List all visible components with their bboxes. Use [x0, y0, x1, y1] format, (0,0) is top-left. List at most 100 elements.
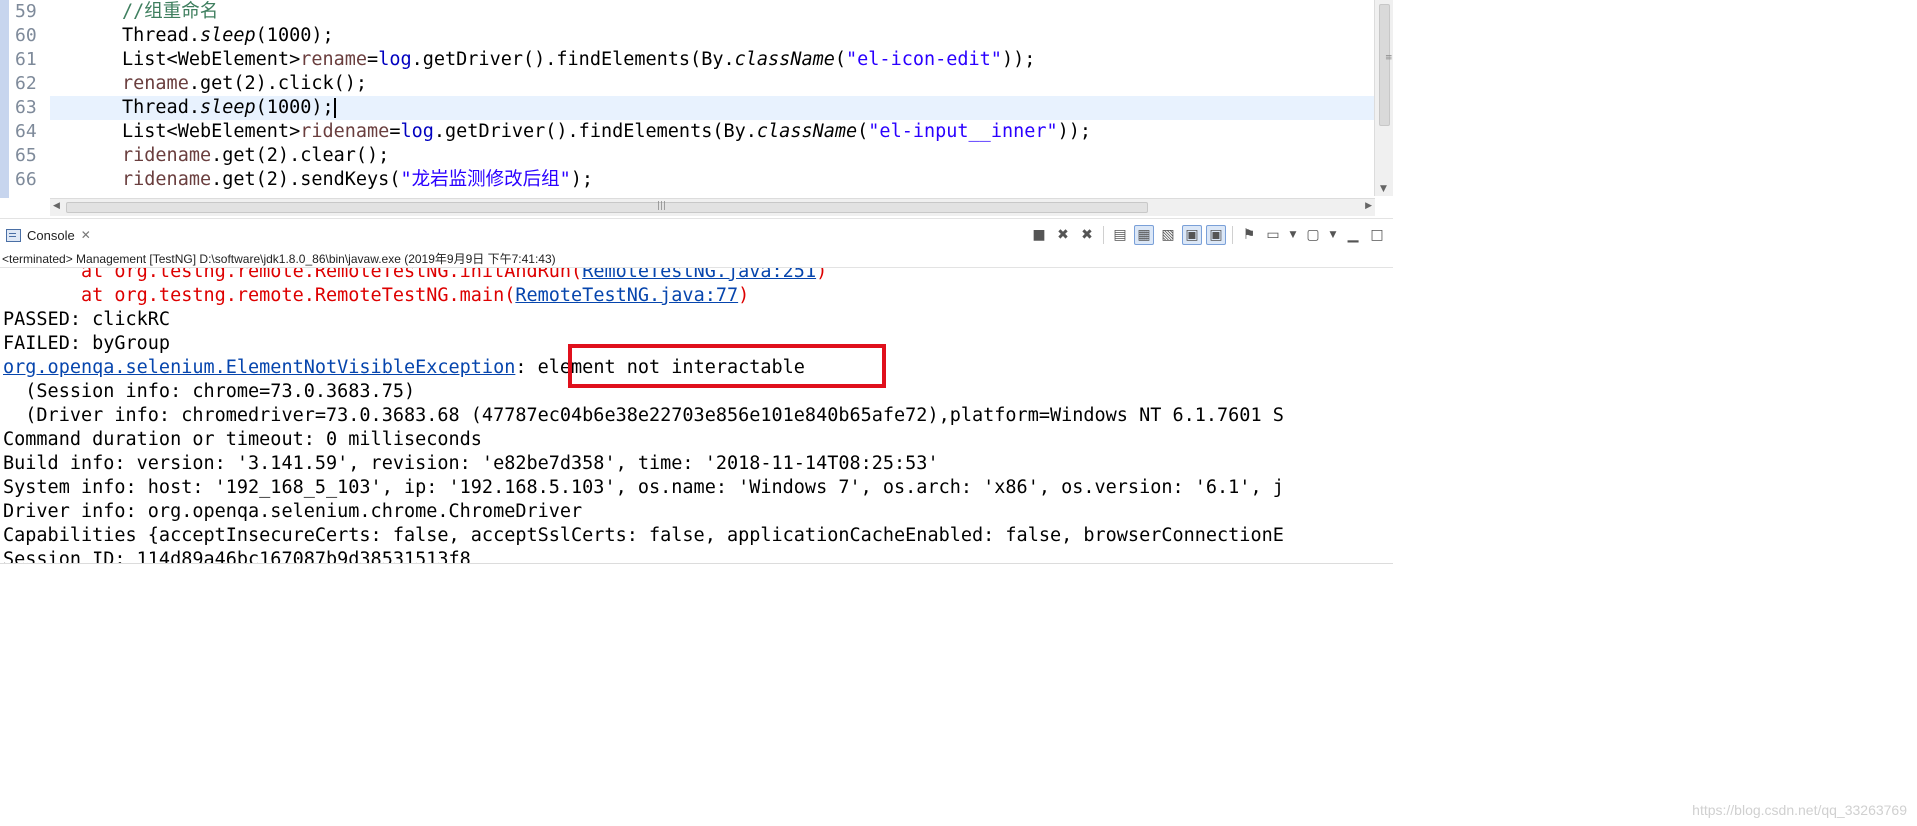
code-token: ) — [738, 285, 750, 306]
console-line: at org.testng.remote.RemoteTestNG.initAn… — [3, 267, 1284, 284]
code-token: )); — [1057, 121, 1092, 142]
code-area[interactable]: //组重命名 Thread.sleep(1000); List<WebElement… — [50, 0, 1375, 192]
stack-link[interactable]: RemoteTestNG.java:251 — [582, 268, 816, 282]
editor-vertical-scroll-thumb[interactable]: ≡ — [1379, 4, 1393, 126]
code-token: ) — [816, 267, 828, 282]
code-token: "el-input__inner" — [868, 121, 1058, 142]
line-number-ruler: 59 60 61 62 63 64 65 66 — [9, 0, 49, 192]
code-token: Thread. — [122, 97, 200, 118]
console-process-status: <terminated> Management [TestNG] D:\soft… — [2, 252, 556, 266]
minimize-icon[interactable]: ▁ — [1343, 225, 1363, 245]
code-token: FAILED: byGroup — [3, 333, 171, 354]
console-line: (Driver info: chromedriver=73.0.3683.68 … — [3, 404, 1284, 428]
code-token: .getDriver().findElements(By. — [433, 121, 757, 142]
scroll-lock-icon[interactable]: ▦ — [1134, 225, 1154, 245]
console-line: Driver info: org.openqa.selenium.chrome.… — [3, 500, 1284, 524]
toolbar-separator — [1103, 226, 1104, 244]
code-token: List<WebElement> — [122, 49, 301, 70]
code-token: ( — [857, 121, 869, 142]
stack-link[interactable]: RemoteTestNG.java:77 — [515, 285, 738, 306]
code-token: className — [734, 49, 835, 70]
pin-console-icon[interactable]: ⚑ — [1239, 225, 1259, 245]
code-token: .get(2).sendKeys( — [211, 169, 401, 190]
code-token: = — [367, 49, 379, 70]
watermark: https://blog.csdn.net/qq_33263769 — [1692, 802, 1907, 818]
code-editor[interactable]: 59 60 61 62 63 64 65 66 //组重命名 Thread.sleep(1000… — [0, 0, 1393, 217]
code-line[interactable]: //组重命名 — [50, 0, 1375, 24]
scroll-down-arrow-icon[interactable]: ▼ — [1380, 184, 1387, 194]
maximize-icon[interactable]: □ — [1367, 225, 1387, 245]
show-on-stderr-icon[interactable]: ▣ — [1206, 225, 1226, 245]
console-line: System info: host: '192_168_5_103', ip: … — [3, 476, 1284, 500]
line-number: 59 — [15, 1, 37, 22]
code-token: log — [378, 49, 412, 70]
code-line[interactable]: ridename.get(2).clear(); — [50, 144, 1375, 168]
error-highlight-box — [568, 344, 886, 388]
code-token: Thread. — [122, 25, 200, 46]
toolbar-separator — [1232, 226, 1233, 244]
stack-link[interactable]: org.openqa.selenium.ElementNotVisibleExc… — [3, 357, 515, 378]
tab-console[interactable]: Console ✕ — [0, 221, 97, 249]
code-line-current[interactable]: Thread.sleep(1000); — [50, 96, 1375, 120]
code-token: .get(2).clear(); — [211, 145, 390, 166]
code-token: at org.testng.remote.RemoteTestNG.initAn… — [3, 267, 583, 282]
line-number: 64 — [15, 121, 37, 142]
close-icon[interactable]: ✕ — [81, 228, 91, 242]
editor-horizontal-scroll-thumb[interactable]: ||| — [66, 201, 1148, 213]
open-console-icon[interactable]: ▢ — [1303, 225, 1323, 245]
code-token: ridename — [122, 169, 212, 190]
code-token: )); — [1001, 49, 1036, 70]
editor-vertical-scrollbar[interactable]: ≡ ▼ — [1374, 0, 1393, 196]
console-icon — [6, 228, 21, 242]
code-line[interactable]: ridename.get(2).sendKeys("龙岩监测修改后组"); — [50, 168, 1375, 192]
scroll-right-arrow-icon[interactable]: ▶ — [1365, 201, 1372, 211]
code-token: rename — [122, 73, 189, 94]
code-token: at org.testng.remote.RemoteTestNG.main( — [3, 285, 516, 306]
line-number: 62 — [15, 73, 37, 94]
code-token: log — [400, 121, 434, 142]
line-number: 61 — [15, 49, 37, 70]
line-number: 65 — [15, 145, 37, 166]
line-number: 63 — [15, 97, 37, 118]
code-line[interactable]: Thread.sleep(1000); — [50, 24, 1375, 48]
chevron-down-icon[interactable]: ▼ — [1287, 225, 1299, 245]
code-token: PASSED: clickRC — [3, 309, 171, 330]
code-line[interactable]: List<WebElement>ridename=log.getDriver()… — [50, 120, 1375, 144]
line-number: 66 — [15, 169, 37, 190]
code-token: ridename — [300, 121, 390, 142]
code-token: "el-icon-edit" — [846, 49, 1002, 70]
code-token: .get(2).click(); — [188, 73, 368, 94]
code-token: .getDriver().findElements(By. — [411, 49, 735, 70]
code-token: (Session info: chrome=73.0.3683.75) — [3, 381, 416, 402]
code-token: className — [756, 121, 858, 142]
code-token: "龙岩监测修改后组" — [400, 169, 571, 190]
code-token: sleep — [199, 25, 256, 46]
console-line: PASSED: clickRC — [3, 308, 1284, 332]
remove-launch-icon[interactable]: ✖ — [1053, 225, 1073, 245]
editor-gutter-strip — [0, 0, 9, 198]
console-line: Build info: version: '3.141.59', revisio… — [3, 452, 1284, 476]
remove-all-terminated-icon[interactable]: ✖ — [1077, 225, 1097, 245]
chevron-down-icon[interactable]: ▼ — [1327, 225, 1339, 245]
code-token: sleep — [199, 97, 256, 118]
display-selected-console-icon[interactable]: ▭ — [1263, 225, 1283, 245]
console-output[interactable]: at org.testng.remote.RemoteTestNG.initAn… — [0, 267, 1393, 564]
word-wrap-icon[interactable]: ▧ — [1158, 225, 1178, 245]
code-token: (1000); — [255, 25, 334, 46]
clear-console-icon[interactable]: ▤ — [1110, 225, 1130, 245]
show-on-stdout-icon[interactable]: ▣ — [1182, 225, 1202, 245]
console-line: Capabilities {acceptInsecureCerts: false… — [3, 524, 1284, 548]
tab-console-label: Console — [27, 227, 75, 243]
scroll-left-arrow-icon[interactable]: ◀ — [53, 201, 60, 211]
console-lines: at org.testng.remote.RemoteTestNG.initAn… — [3, 267, 1284, 563]
code-token: (Driver info: chromedriver=73.0.3683.68 … — [3, 405, 1284, 426]
terminate-icon[interactable]: ■ — [1029, 225, 1049, 245]
editor-horizontal-scrollbar[interactable]: ◀ ||| ▶ — [50, 198, 1375, 216]
code-line[interactable]: List<WebElement>rename=log.getDriver().f… — [50, 48, 1375, 72]
code-token: (1000); — [255, 97, 334, 118]
console-line: Command duration or timeout: 0 milliseco… — [3, 428, 1284, 452]
code-line[interactable]: rename.get(2).click(); — [50, 72, 1375, 96]
console-view-header: Console ✕ ■ ✖ ✖ ▤ ▦ ▧ ▣ ▣ ⚑ ▭ ▼ ▢ ▼ ▁ □ — [0, 218, 1393, 251]
line-number: 60 — [15, 25, 37, 46]
code-token: //组重命名 — [122, 1, 219, 22]
